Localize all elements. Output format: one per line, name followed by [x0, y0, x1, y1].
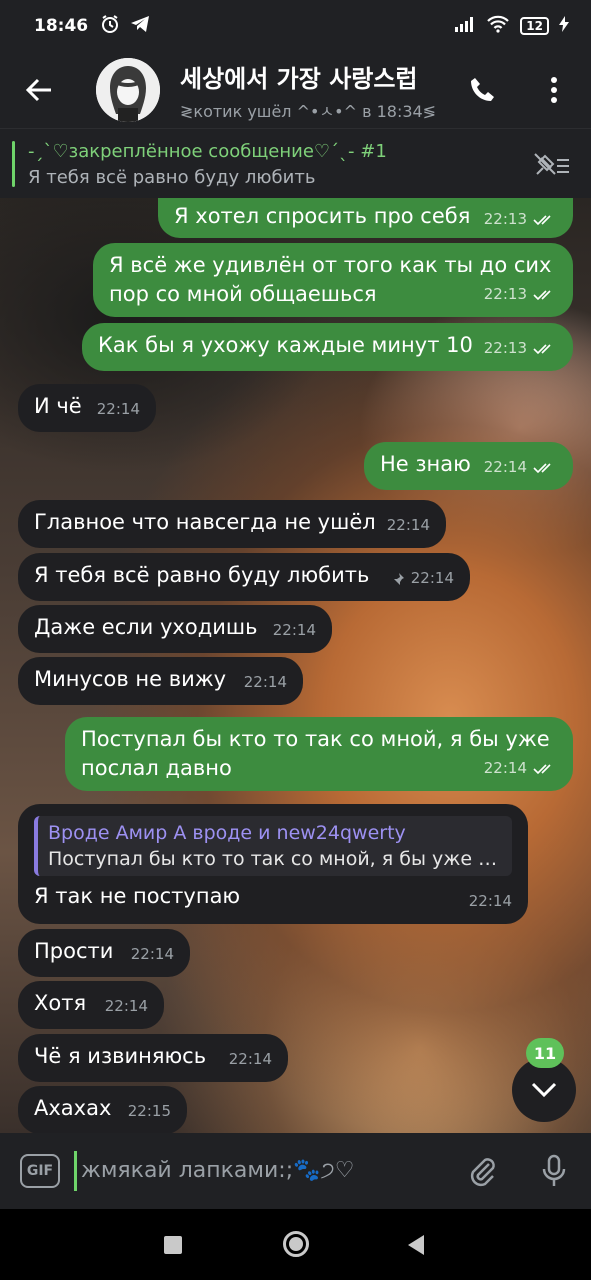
- status-time: 18:46: [34, 16, 89, 36]
- battery-icon: 12: [520, 17, 549, 35]
- message-time: 22:14: [468, 892, 512, 910]
- double-check-icon: [533, 289, 551, 300]
- message-bubble[interactable]: Чё я извиняюсь 22:14: [18, 1034, 288, 1082]
- chat-title[interactable]: 세상에서 가장 사랑스럽: [180, 59, 442, 94]
- message-text: Не знаю: [380, 452, 471, 476]
- pin-icon: [392, 572, 404, 586]
- wifi-icon: [486, 15, 510, 37]
- home-button[interactable]: [283, 1231, 309, 1257]
- message-text: Я хотел спросить про себя: [174, 204, 471, 228]
- unpin-list-icon: [534, 153, 569, 175]
- more-menu-button[interactable]: [530, 66, 578, 114]
- pinned-message-bar[interactable]: -ˏˋ♡закреплённое сообщение♡ˊˎ- #1 Я тебя…: [0, 128, 591, 198]
- phone-icon: [471, 78, 494, 101]
- message-time: 22:14: [243, 673, 287, 691]
- arrow-left-icon: [25, 78, 51, 102]
- message-text: И чё: [34, 394, 82, 418]
- reply-quote[interactable]: Вроде Амир А вроде и new24qwerty Поступа…: [34, 816, 512, 876]
- message-time: 22:15: [127, 1102, 171, 1120]
- charging-icon: [559, 16, 569, 36]
- attach-button[interactable]: [462, 1151, 502, 1191]
- message-text: Минусов не вижу: [34, 667, 227, 691]
- chat-area[interactable]: Я хотел спросить про себя 22:13 Я всё же…: [0, 198, 591, 1133]
- microphone-icon: [542, 1154, 566, 1186]
- message-bubble[interactable]: Ахахах 22:15: [18, 1086, 187, 1133]
- message-bubble[interactable]: И чё 22:14: [18, 384, 156, 432]
- system-nav-bar: [0, 1209, 591, 1280]
- double-check-icon: [533, 214, 551, 225]
- reply-author: Вроде Амир А вроде и new24qwerty: [48, 822, 406, 844]
- message-time: 22:14: [410, 569, 454, 587]
- more-vertical-icon: [551, 77, 557, 103]
- reply-text: Поступал бы кто то так со мной, я бы уже…: [48, 848, 502, 870]
- pinned-text: Я тебя всё равно буду любить: [28, 167, 316, 188]
- alarm-icon: [100, 14, 120, 39]
- signal-icon: [454, 16, 476, 36]
- message-time: 22:14: [104, 997, 148, 1015]
- message-bubble[interactable]: Хотя 22:14: [18, 981, 164, 1029]
- message-time: 22:14: [272, 621, 316, 639]
- double-check-icon: [533, 343, 551, 354]
- message-input-bar: GIF жмякай лапками:;🐾੭♡: [0, 1133, 591, 1209]
- chevron-down-icon: [531, 1082, 557, 1098]
- pinned-list-button[interactable]: [530, 147, 574, 183]
- system-back-button[interactable]: [408, 1235, 424, 1255]
- message-text: Главное что навсегда не ушёл: [34, 510, 376, 534]
- message-bubble[interactable]: Я тебя всё равно буду любить 22:14: [18, 553, 470, 601]
- message-bubble[interactable]: Я всё же удивлён от того как ты до сих п…: [93, 243, 573, 317]
- back-button[interactable]: [0, 52, 78, 128]
- call-button[interactable]: [458, 66, 506, 114]
- message-time: 22:14: [130, 945, 174, 963]
- message-bubble[interactable]: Не знаю 22:14: [364, 442, 573, 490]
- telegram-icon: [130, 15, 150, 38]
- voice-message-button[interactable]: [534, 1151, 574, 1191]
- message-text: Я тебя всё равно буду любить: [34, 563, 370, 587]
- avatar[interactable]: [96, 58, 160, 122]
- status-bar: 18:46 12: [0, 0, 591, 52]
- message-text: Даже если уходишь: [34, 615, 258, 639]
- double-check-icon: [533, 763, 551, 774]
- message-time: 22:14: [228, 1050, 272, 1068]
- message-text: Хотя: [34, 991, 87, 1015]
- pinned-indicator: [12, 141, 15, 187]
- message-bubble[interactable]: Я хотел спросить про себя 22:13: [158, 198, 573, 238]
- paperclip-icon: [470, 1158, 495, 1187]
- message-time: 22:14: [386, 516, 430, 534]
- message-bubble[interactable]: Вроде Амир А вроде и new24qwerty Поступа…: [18, 804, 528, 924]
- message-time: 22:14: [483, 759, 527, 777]
- double-check-icon: [533, 462, 551, 473]
- message-time: 22:14: [96, 400, 140, 418]
- message-text: Прости: [34, 939, 114, 963]
- message-bubble[interactable]: Как бы я ухожу каждые минут 10 22:13: [82, 323, 573, 371]
- message-text: Я так не поступаю: [34, 884, 241, 908]
- chat-header: 세상에서 가장 사랑스럽 ≷котик ушёл ^•ㅅ•^ в 18:34≶: [0, 52, 591, 128]
- message-time: 22:14: [483, 458, 527, 476]
- message-bubble[interactable]: Прости 22:14: [18, 929, 190, 977]
- message-text: Ахахах: [34, 1096, 112, 1120]
- message-time: 22:13: [483, 339, 527, 357]
- unread-count-badge: 11: [526, 1038, 564, 1068]
- avatar-image: [96, 58, 160, 122]
- message-input[interactable]: жмякай лапками:;🐾੭♡: [74, 1151, 444, 1191]
- message-bubble[interactable]: Главное что навсегда не ушёл 22:14: [18, 500, 446, 548]
- message-time: 22:13: [483, 210, 527, 228]
- gif-button[interactable]: GIF: [20, 1154, 60, 1188]
- message-text: Как бы я ухожу каждые минут 10: [98, 333, 473, 357]
- message-time: 22:13: [483, 285, 527, 303]
- pinned-title: -ˏˋ♡закреплённое сообщение♡ˊˎ- #1: [28, 141, 387, 162]
- message-bubble[interactable]: Минусов не вижу 22:14: [18, 657, 303, 705]
- chat-status: ≷котик ушёл ^•ㅅ•^ в 18:34≶: [180, 101, 437, 121]
- message-bubble[interactable]: Поступал бы кто то так со мной, я бы уже…: [65, 717, 573, 791]
- recents-button[interactable]: [164, 1236, 182, 1254]
- message-bubble[interactable]: Даже если уходишь 22:14: [18, 605, 332, 653]
- message-text: Чё я извиняюсь: [34, 1044, 207, 1068]
- message-text: Поступал бы кто то так со мной, я бы уже…: [81, 727, 550, 780]
